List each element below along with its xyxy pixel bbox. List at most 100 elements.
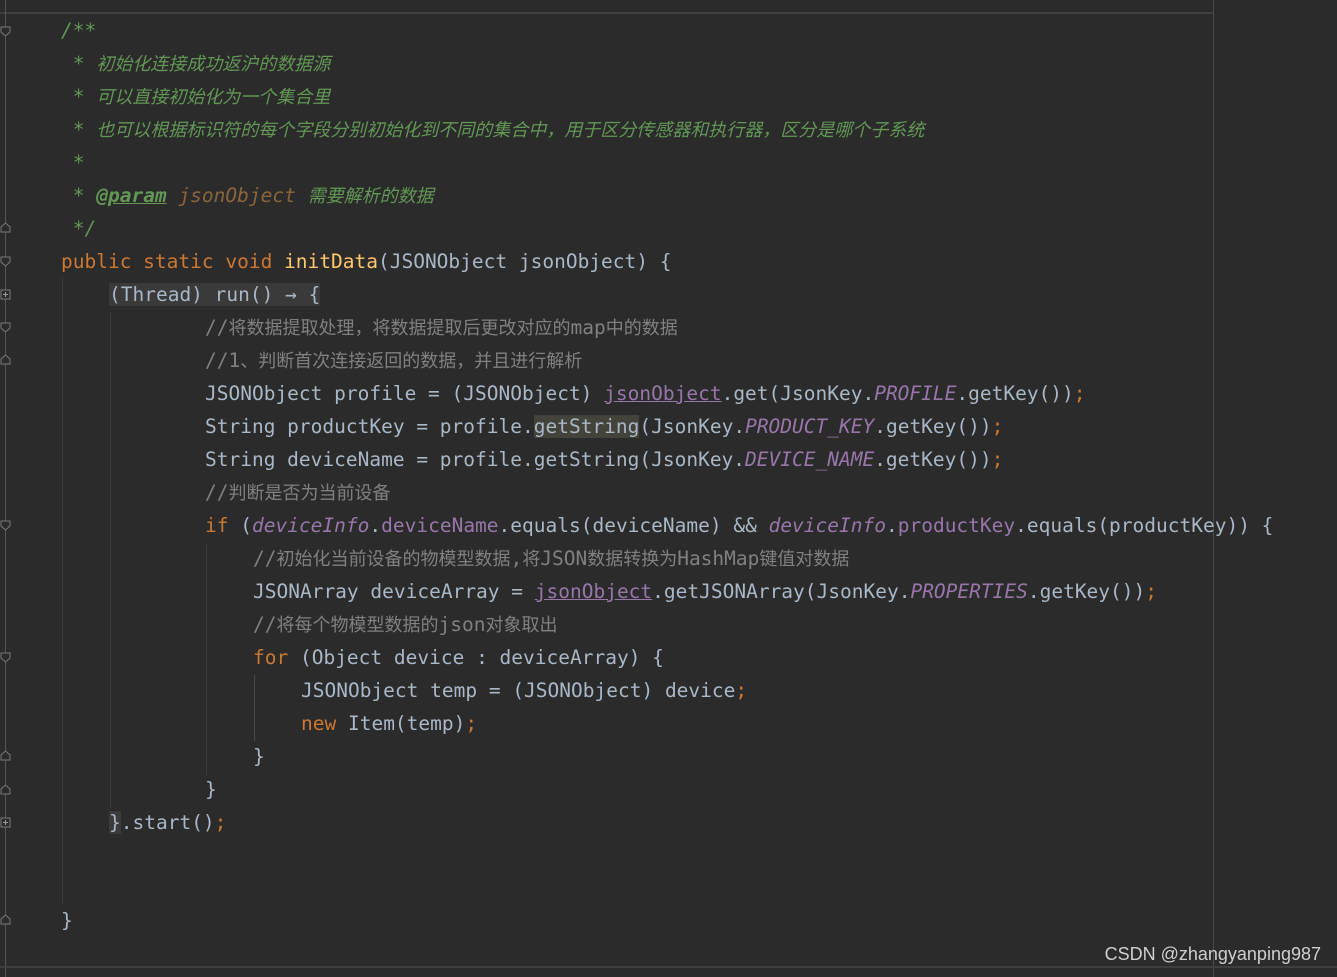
semicolon: ; bbox=[465, 712, 478, 735]
fold-end-marker-icon[interactable] bbox=[0, 750, 11, 761]
semicolon: ; bbox=[735, 679, 748, 702]
method-name[interactable]: initData bbox=[284, 250, 378, 273]
code-line[interactable]: String deviceName = profile.getString(Js… bbox=[205, 443, 1003, 476]
code-line[interactable]: //判断是否为当前设备 bbox=[205, 476, 390, 509]
field-reference[interactable]: jsonObject bbox=[604, 382, 721, 405]
static-field[interactable]: PROPERTIES bbox=[910, 580, 1027, 603]
code-line[interactable]: * 也可以根据标识符的每个字段分别初始化到不同的集合中，用于区分传感器和执行器，… bbox=[61, 113, 925, 146]
code-line[interactable]: JSONArray deviceArray = jsonObject.getJS… bbox=[253, 575, 1157, 608]
fold-collapsed-icon[interactable] bbox=[0, 289, 11, 300]
right-margin-guide bbox=[1213, 0, 1214, 977]
code-text: JSONArray deviceArray = bbox=[253, 580, 535, 603]
fold-end-marker-icon[interactable] bbox=[0, 784, 11, 795]
code-text: JSONObject temp = (JSONObject) device bbox=[301, 679, 736, 702]
doc-comment: * bbox=[61, 151, 85, 174]
code-line[interactable]: String productKey = profile.getString(Js… bbox=[205, 410, 1003, 443]
code-line[interactable]: } bbox=[205, 773, 217, 806]
code-line[interactable]: } bbox=[253, 740, 265, 773]
code-line[interactable]: (Thread) run() → { bbox=[109, 278, 321, 311]
fold-marker-icon[interactable] bbox=[0, 520, 11, 531]
field-reference[interactable]: jsonObject bbox=[535, 580, 652, 603]
field-reference[interactable]: deviceName bbox=[381, 514, 498, 537]
semicolon: ; bbox=[991, 448, 1004, 471]
folded-brace[interactable]: } bbox=[109, 811, 121, 834]
code-line[interactable]: * @param jsonObject 需要解析的数据 bbox=[61, 179, 434, 212]
static-field[interactable]: PROFILE bbox=[874, 382, 956, 405]
field-reference[interactable]: productKey bbox=[898, 514, 1015, 537]
code-line[interactable]: //初始化当前设备的物模型数据,将JSON数据转换为HashMap键值对数据 bbox=[253, 542, 849, 575]
folded-lambda[interactable]: (Thread) run() → { bbox=[109, 283, 321, 306]
line-comment-text: 将数据提取处理，将数据提取后更改对应的 bbox=[228, 318, 571, 339]
semicolon: ; bbox=[1073, 382, 1086, 405]
code-line[interactable]: if (deviceInfo.deviceName.equals(deviceN… bbox=[205, 509, 1273, 542]
line-comment: json bbox=[438, 613, 486, 636]
line-comment: // bbox=[253, 547, 277, 570]
doc-comment-text: 初始化连接成功返沪的数据源 bbox=[96, 54, 331, 75]
line-comment-text: 判断是否为当前设备 bbox=[228, 483, 391, 504]
line-comment: HashMap bbox=[677, 547, 760, 570]
line-comment: JSON bbox=[540, 547, 588, 570]
indent-guide bbox=[110, 312, 111, 808]
code-line[interactable]: JSONObject profile = (JSONObject) jsonOb… bbox=[205, 377, 1086, 410]
code-line[interactable]: JSONObject temp = (JSONObject) device; bbox=[301, 674, 747, 707]
static-field[interactable]: DEVICE_NAME bbox=[745, 448, 874, 471]
code-text: .equals(productKey)) { bbox=[1015, 514, 1274, 537]
line-comment: map bbox=[570, 316, 606, 339]
code-text: .get(JsonKey. bbox=[721, 382, 875, 405]
code-line[interactable]: new Item(temp); bbox=[301, 707, 477, 740]
highlighted-method[interactable]: getString bbox=[533, 415, 640, 438]
semicolon: ; bbox=[1145, 580, 1158, 603]
line-comment-text: 、判断首次连接返回的数据，并且进行解析 bbox=[240, 351, 583, 372]
keyword: for bbox=[253, 646, 300, 669]
code-text: } bbox=[205, 778, 217, 801]
code-line[interactable]: */ bbox=[61, 212, 97, 245]
code-line[interactable]: for (Object device : deviceArray) { bbox=[253, 641, 664, 674]
doc-comment-text: 需要解析的数据 bbox=[307, 186, 434, 207]
indent-guide bbox=[206, 543, 207, 775]
doc-comment: * bbox=[61, 118, 97, 141]
static-field[interactable]: PRODUCT_KEY bbox=[745, 415, 874, 438]
code-text: . bbox=[369, 514, 382, 537]
line-comment-text: 对象取出 bbox=[485, 615, 558, 636]
code-line[interactable]: * 可以直接初始化为一个集合里 bbox=[61, 80, 331, 113]
code-line[interactable]: //1、判断首次连接返回的数据，并且进行解析 bbox=[205, 344, 582, 377]
line-comment-text: 初始化当前设备的物模型数据 bbox=[276, 549, 511, 570]
static-field[interactable]: deviceInfo bbox=[252, 514, 369, 537]
line-comment: // bbox=[205, 316, 229, 339]
fold-end-marker-icon[interactable] bbox=[0, 914, 11, 925]
keyword: new bbox=[301, 712, 348, 735]
code-line[interactable]: //将每个物模型数据的json对象取出 bbox=[253, 608, 557, 641]
line-comment: //1 bbox=[205, 349, 241, 372]
code-line[interactable]: public static void initData(JSONObject j… bbox=[61, 245, 671, 278]
code-text: JSONObject profile = (JSONObject) bbox=[205, 382, 605, 405]
doc-comment: * bbox=[61, 85, 97, 108]
fold-end-marker-icon[interactable] bbox=[0, 354, 11, 365]
fold-end-marker-icon[interactable] bbox=[0, 222, 11, 233]
code-line[interactable]: /** bbox=[61, 14, 96, 47]
static-field[interactable]: deviceInfo bbox=[769, 514, 886, 537]
line-comment: // bbox=[205, 481, 229, 504]
code-text: } bbox=[253, 745, 265, 768]
fold-marker-icon[interactable] bbox=[0, 256, 11, 267]
fold-marker-icon[interactable] bbox=[0, 652, 11, 663]
code-editor[interactable]: /** * 初始化连接成功返沪的数据源 * 可以直接初始化为一个集合里 * 也可… bbox=[0, 0, 1337, 977]
semicolon: ; bbox=[991, 415, 1004, 438]
code-text: String deviceName = profile.getString(Js… bbox=[205, 448, 746, 471]
fold-collapsed-icon[interactable] bbox=[0, 817, 11, 828]
fold-marker-icon[interactable] bbox=[0, 322, 11, 333]
code-text: . bbox=[885, 514, 898, 537]
code-line[interactable]: //将数据提取处理，将数据提取后更改对应的map中的数据 bbox=[205, 311, 678, 344]
code-line[interactable]: }.start(); bbox=[109, 806, 226, 839]
fold-marker-icon[interactable] bbox=[0, 26, 11, 37]
javadoc-param-name: jsonObject bbox=[166, 184, 308, 207]
javadoc-param-tag[interactable]: @param bbox=[96, 184, 166, 207]
code-line[interactable]: } bbox=[61, 904, 73, 937]
code-text: (Object device : deviceArray) { bbox=[299, 646, 664, 669]
line-comment: // bbox=[253, 613, 277, 636]
code-text: String productKey = profile. bbox=[205, 415, 534, 438]
code-text: .getKey()) bbox=[874, 448, 992, 471]
line-comment-text: 将每个物模型数据的 bbox=[276, 615, 439, 636]
code-text: .equals(deviceName) && bbox=[498, 514, 769, 537]
code-line[interactable]: * 初始化连接成功返沪的数据源 bbox=[61, 47, 331, 80]
code-line[interactable]: * bbox=[61, 146, 85, 179]
